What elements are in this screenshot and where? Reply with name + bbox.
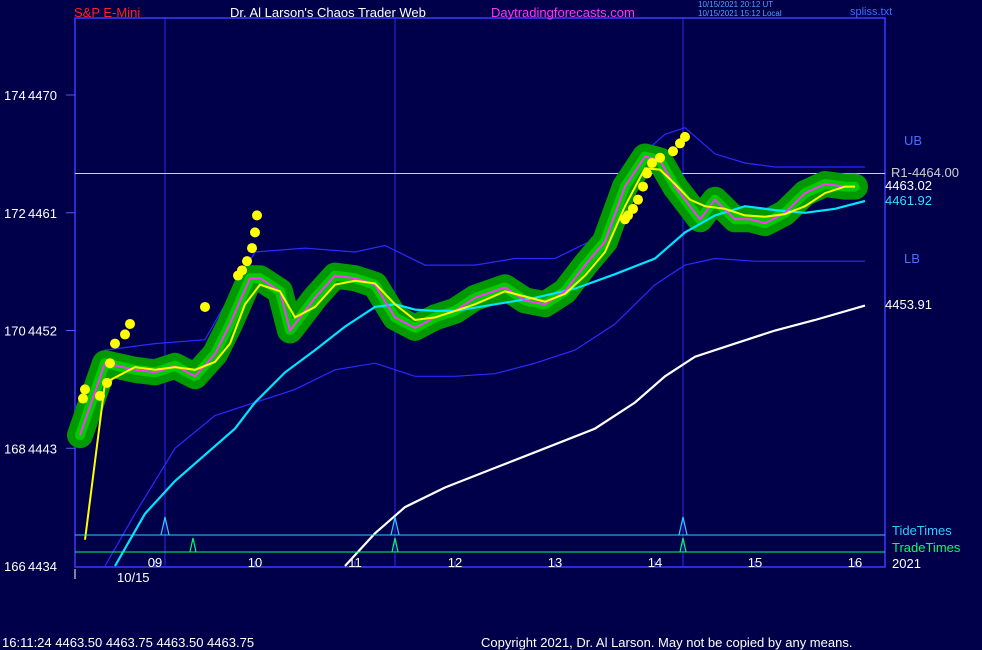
y-tick-label-right: 4461 xyxy=(28,206,57,221)
x-tick-label: 16 xyxy=(848,555,862,570)
yellow-dot xyxy=(102,377,112,388)
tide-times-label: TideTimes xyxy=(892,523,952,538)
yellow-dot xyxy=(628,203,638,214)
yellow-dot xyxy=(80,384,90,395)
yellow-dot xyxy=(247,243,257,254)
yellow-dot xyxy=(200,301,210,312)
yellow-dot xyxy=(633,194,643,205)
yellow-dot xyxy=(250,227,260,238)
trade-times-label: TradeTimes xyxy=(892,540,961,555)
slow-ema-line xyxy=(114,199,866,567)
y-tick-label-right: 4443 xyxy=(28,441,57,456)
y-tick-label-left: 168 xyxy=(4,441,26,456)
yellow-dot xyxy=(78,393,88,404)
y-tick-label-left: 170 xyxy=(4,324,26,339)
x-tick-label: 13 xyxy=(548,555,562,570)
yellow-dot xyxy=(242,256,252,267)
timing-layer xyxy=(75,516,885,553)
file-name: spliss.txt xyxy=(850,6,893,18)
yellow-dot xyxy=(642,168,652,179)
x-tick-label: 15 xyxy=(748,555,762,570)
y-tick-label-right: 4452 xyxy=(28,324,57,339)
axis-layer: 166 4434 168 4443 170 4452 172 4461 174 4470 09 10 1… xyxy=(4,88,862,579)
quote-readout: 16:11:24 4463.50 4463.75 4463.50 4463.75 xyxy=(2,635,255,650)
last-price-label: 4463.02 xyxy=(885,178,932,193)
copyright-notice: Copyright 2021, Dr. Al Larson. May not b… xyxy=(481,635,853,650)
yellow-dot xyxy=(668,146,678,157)
site-url-link[interactable]: Daytradingforecasts.com xyxy=(491,6,635,20)
yellow-dot xyxy=(655,152,665,163)
y-tick-label-left: 172 xyxy=(4,206,26,221)
yellow-dot xyxy=(125,318,135,329)
bands-layer xyxy=(74,127,865,567)
date-label: 10/15 xyxy=(117,570,150,585)
site-title: Dr. Al Larson's Chaos Trader Web xyxy=(230,5,426,20)
y-tick-label-right: 4434 xyxy=(28,559,57,574)
timestamp-local: 10/15/2021 15:12 Local xyxy=(698,9,782,18)
ema-value-label: 4461.92 xyxy=(885,193,932,208)
slow-value-label: 4453.91 xyxy=(885,297,932,312)
x-tick-label: 14 xyxy=(648,555,662,570)
x-tick-label: 09 xyxy=(148,555,162,570)
very-slow-line xyxy=(344,304,866,567)
x-tick-label: 11 xyxy=(348,555,362,570)
yellow-dot xyxy=(95,390,105,401)
trade-time-spike xyxy=(189,537,197,553)
yellow-dot xyxy=(638,181,648,192)
timestamp-ut: 10/15/2021 20:12 UT xyxy=(698,0,774,9)
symbol-title: S&P E-Mini xyxy=(74,5,141,20)
yellow-dot xyxy=(110,338,120,349)
y-tick-label-left: 174 xyxy=(4,88,26,103)
price-glow-layer xyxy=(67,143,868,449)
x-tick-label: 12 xyxy=(448,555,462,570)
yellow-dot xyxy=(680,131,690,142)
y-tick-label-right: 4470 xyxy=(28,88,57,103)
y-tick-label-left: 166 xyxy=(4,559,26,574)
year-label: 2021 xyxy=(892,556,921,571)
yellow-dot xyxy=(237,265,247,276)
price-glow xyxy=(67,143,868,449)
x-tick-label: 10 xyxy=(248,555,262,570)
chart-canvas: 166 4434 168 4443 170 4452 172 4461 174 4470 09 10 1… xyxy=(4,17,886,579)
yellow-dot xyxy=(252,210,262,221)
yellow-dot xyxy=(105,358,115,369)
upper-band-label: UB xyxy=(904,133,923,148)
lower-band-label: LB xyxy=(904,251,920,266)
yellow-dot xyxy=(120,329,130,340)
